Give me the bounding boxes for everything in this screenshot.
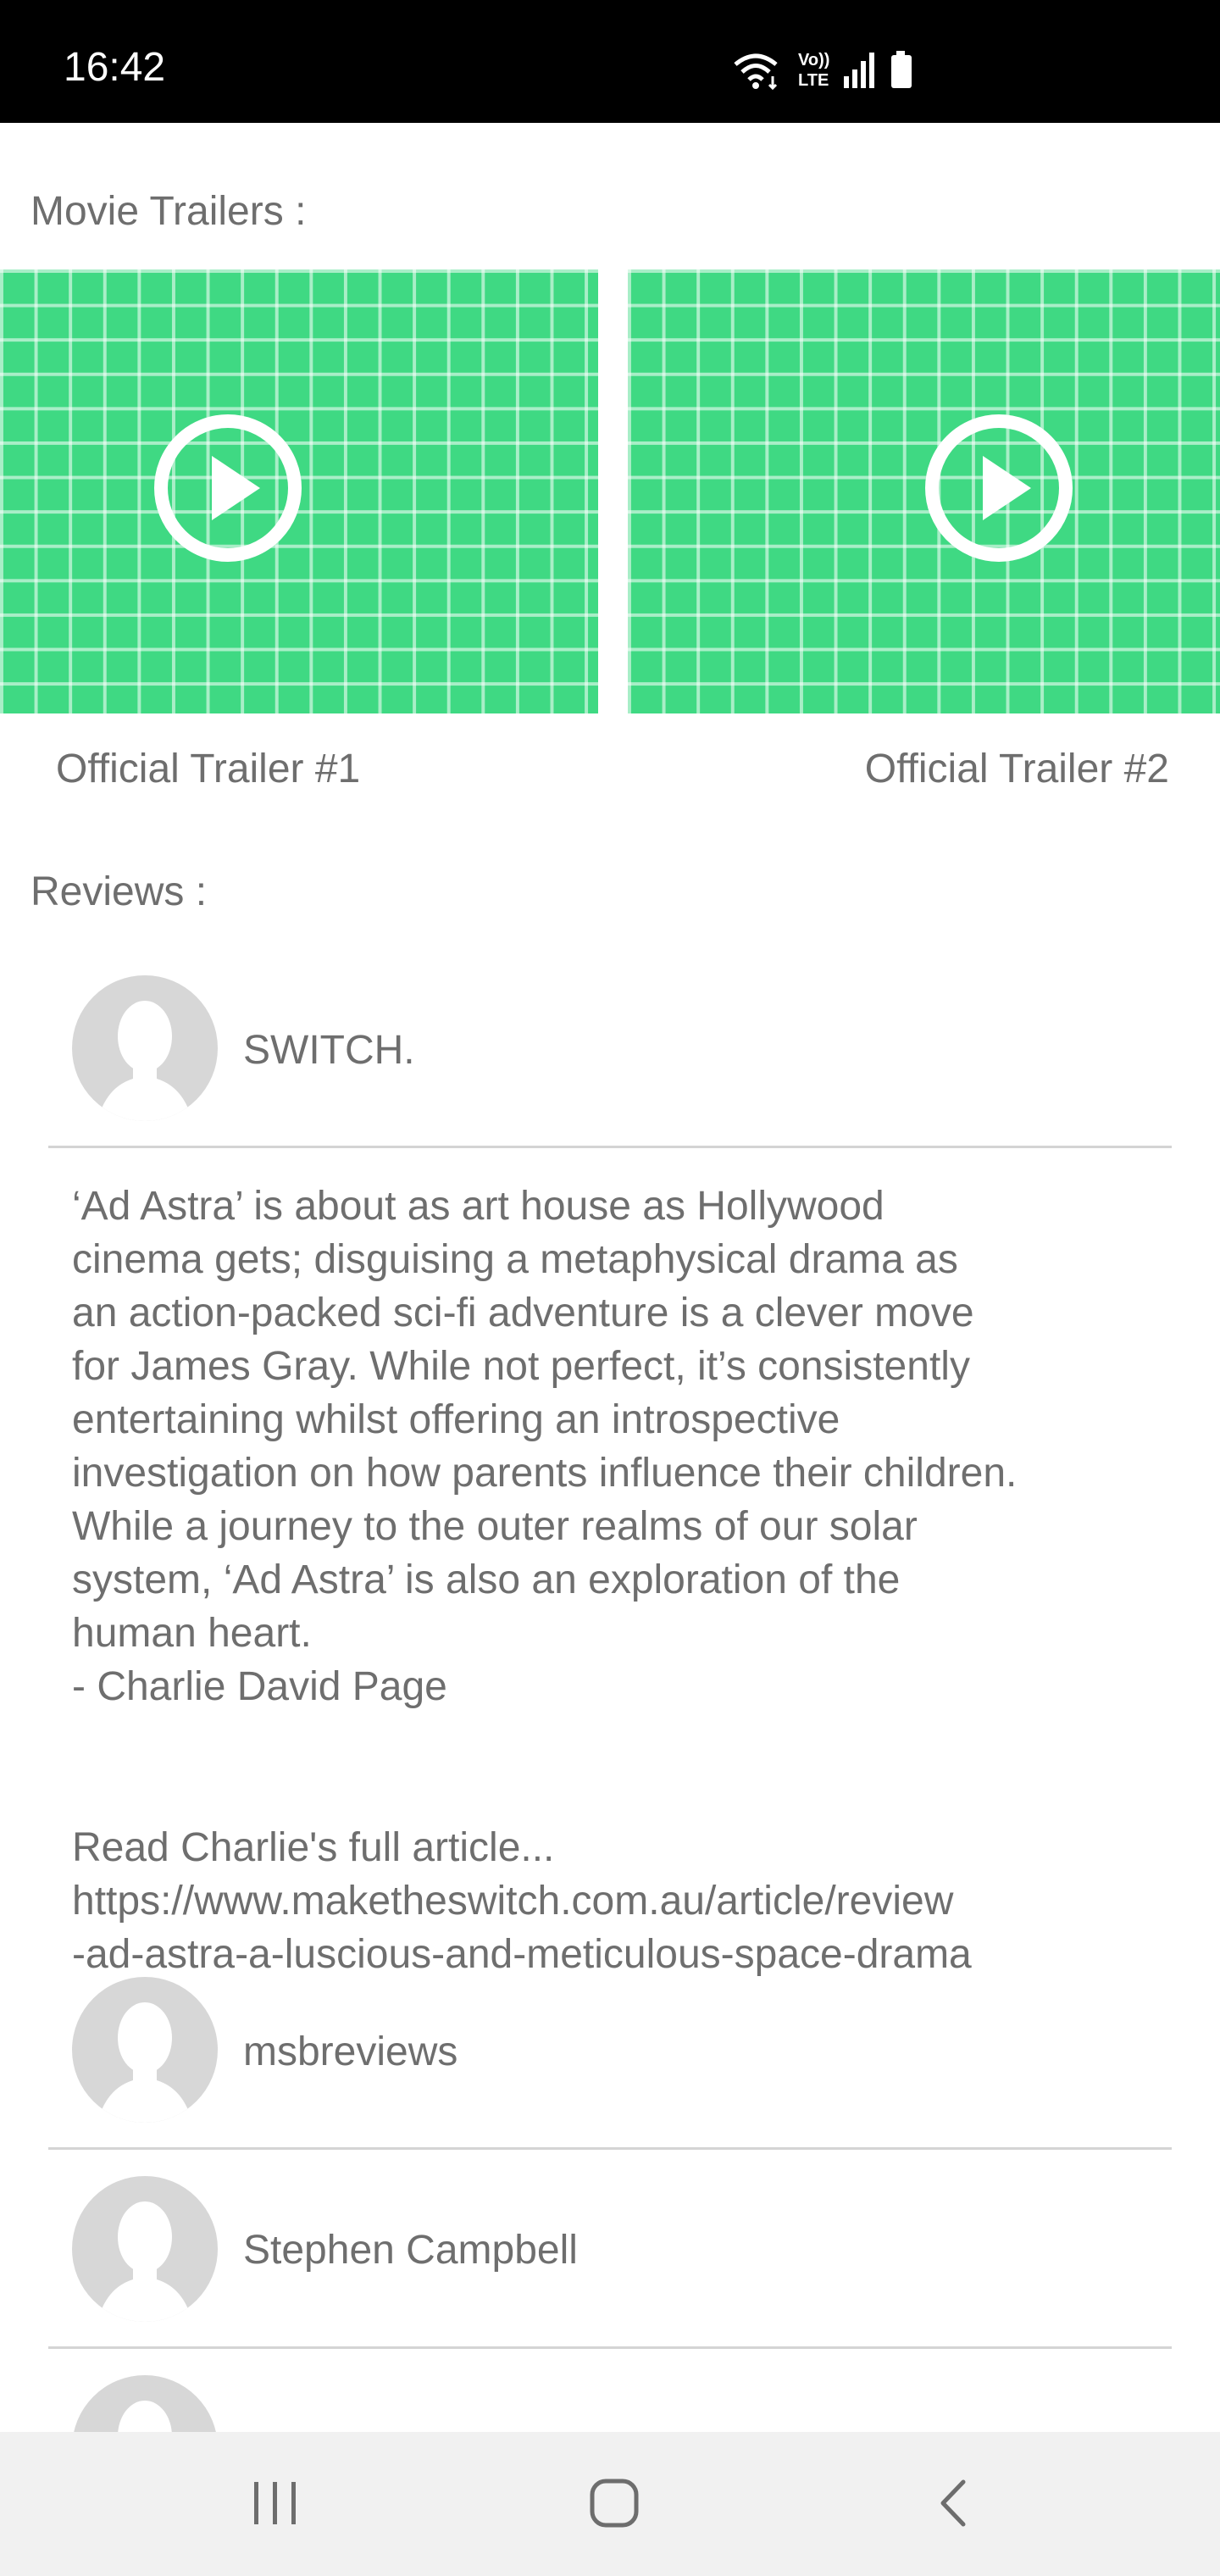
trailer-thumbnail-2[interactable] <box>628 269 1220 713</box>
review-author[interactable]: SWITCH. <box>243 1027 415 1074</box>
reviews-section-title: Reviews : <box>30 869 208 914</box>
divider <box>48 2147 1172 2150</box>
user-silhouette-icon <box>97 2201 192 2322</box>
recent-apps-icon[interactable] <box>237 2470 313 2538</box>
avatar <box>72 975 218 1121</box>
review-article-link[interactable]: Read Charlie's full article... https://w… <box>72 1821 1173 1981</box>
status-time: 16:42 <box>64 45 166 90</box>
signal-icon <box>844 53 874 88</box>
home-icon[interactable] <box>576 2470 652 2538</box>
review-author[interactable]: Stephen Campbell <box>243 2227 578 2273</box>
review-author[interactable]: msbreviews <box>243 2029 458 2075</box>
volte-icon: Vo)) LTE <box>798 51 829 90</box>
review-content: ‘Ad Astra’ is about as art house as Holl… <box>72 1184 1018 1709</box>
play-icon[interactable] <box>153 414 302 563</box>
divider <box>48 2346 1172 2349</box>
trailers-section-title: Movie Trailers : <box>30 189 307 234</box>
back-icon[interactable] <box>917 2470 993 2538</box>
battery-icon <box>891 51 912 88</box>
system-navigation-bar <box>0 2432 1220 2576</box>
status-bar: 16:42 Vo)) LTE <box>0 0 1220 123</box>
svg-text:Vo)): Vo)) <box>798 51 829 69</box>
trailer-caption-2[interactable]: Official Trailer #2 <box>865 746 1169 792</box>
svg-text:LTE: LTE <box>798 71 829 90</box>
user-silhouette-icon <box>97 1001 192 1121</box>
wifi-icon <box>734 53 778 90</box>
divider <box>48 1146 1172 1148</box>
avatar <box>72 2176 218 2322</box>
avatar <box>72 1977 218 2123</box>
user-silhouette-icon <box>97 2002 192 2123</box>
trailer-thumbnail-1[interactable] <box>0 269 598 713</box>
trailer-caption-1[interactable]: Official Trailer #1 <box>56 746 360 792</box>
play-icon[interactable] <box>924 414 1073 563</box>
